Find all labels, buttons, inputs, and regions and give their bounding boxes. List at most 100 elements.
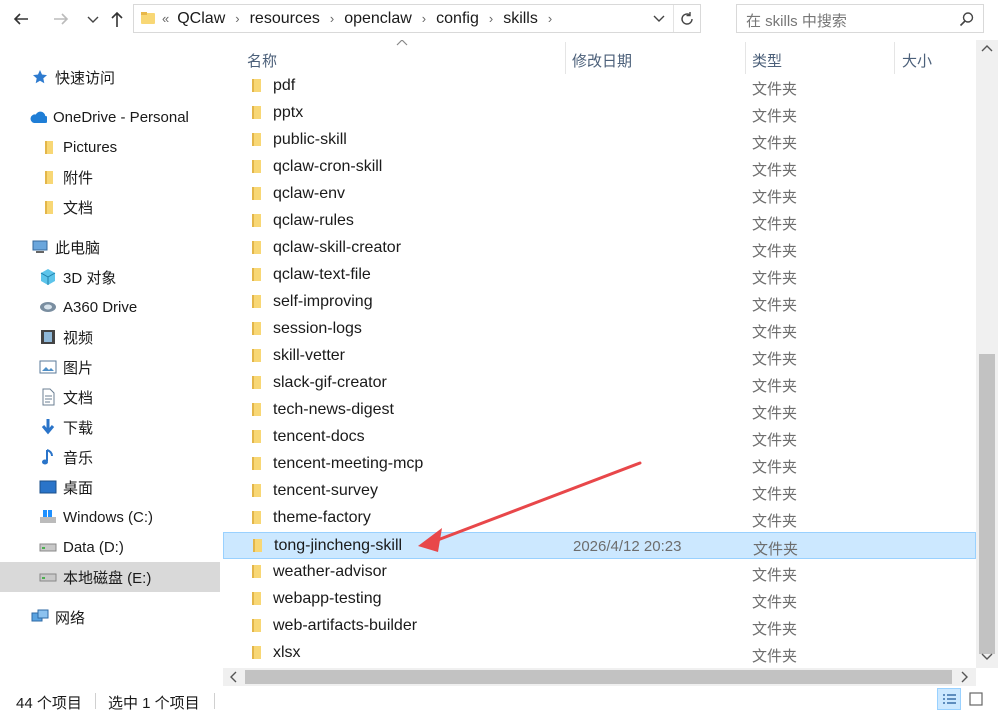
forward-button[interactable]: [50, 7, 72, 31]
file-name[interactable]: public-skill: [273, 131, 347, 149]
file-name[interactable]: tencent-meeting-mcp: [273, 455, 423, 473]
file-name[interactable]: weather-advisor: [273, 563, 387, 581]
file-row[interactable]: tong-jincheng-skill 2026/4/12 20:23 文件夹: [223, 532, 976, 559]
nav-item-desktop[interactable]: 桌面: [0, 472, 220, 502]
breadcrumb-separator[interactable]: ›: [489, 11, 493, 26]
file-row[interactable]: qclaw-env 文件夹: [223, 181, 976, 208]
recent-locations-button[interactable]: [82, 7, 104, 31]
file-row[interactable]: qclaw-rules 文件夹: [223, 208, 976, 235]
nav-item-drive-e[interactable]: 本地磁盘 (E:): [0, 562, 220, 592]
up-button[interactable]: [106, 7, 128, 31]
scroll-left-icon[interactable]: [229, 671, 237, 683]
file-name[interactable]: qclaw-env: [273, 185, 345, 203]
nav-item-downloads[interactable]: 下载: [0, 412, 220, 442]
file-name[interactable]: webapp-testing: [273, 590, 382, 608]
breadcrumb-separator[interactable]: ›: [235, 11, 239, 26]
details-view-button[interactable]: [937, 688, 961, 710]
file-name[interactable]: theme-factory: [273, 509, 371, 527]
file-row[interactable]: qclaw-cron-skill 文件夹: [223, 154, 976, 181]
file-row[interactable]: pptx 文件夹: [223, 100, 976, 127]
nav-item-a360-drive[interactable]: A360 Drive: [0, 292, 220, 322]
column-divider[interactable]: [894, 42, 895, 74]
nav-item-onedrive-documents[interactable]: 文档: [0, 192, 220, 222]
file-name[interactable]: session-logs: [273, 320, 362, 338]
file-name[interactable]: pdf: [273, 77, 295, 95]
file-name[interactable]: skill-vetter: [273, 347, 345, 365]
file-row[interactable]: tencent-meeting-mcp 文件夹: [223, 451, 976, 478]
column-header-name[interactable]: 名称: [247, 50, 277, 71]
folder-icon: [252, 133, 261, 146]
file-name[interactable]: web-artifacts-builder: [273, 617, 417, 635]
large-icons-view-button[interactable]: [964, 688, 988, 710]
column-divider[interactable]: [745, 42, 746, 74]
file-name[interactable]: tencent-docs: [273, 428, 365, 446]
file-row[interactable]: skill-vetter 文件夹: [223, 343, 976, 370]
file-row[interactable]: tech-news-digest 文件夹: [223, 397, 976, 424]
nav-item-music[interactable]: 音乐: [0, 442, 220, 472]
horizontal-scrollbar[interactable]: [223, 668, 976, 686]
breadcrumb-item-openclaw[interactable]: openclaw: [344, 10, 412, 28]
nav-item-documents[interactable]: 文档: [0, 382, 220, 412]
column-header-type[interactable]: 类型: [752, 50, 782, 71]
file-row[interactable]: xlsx 文件夹: [223, 640, 976, 667]
breadcrumb-item-skills[interactable]: skills: [503, 10, 538, 28]
nav-item-videos[interactable]: 视频: [0, 322, 220, 352]
scroll-right-icon[interactable]: [961, 671, 969, 683]
breadcrumb-separator[interactable]: ›: [330, 11, 334, 26]
breadcrumb-item-qclaw[interactable]: QClaw: [177, 10, 225, 28]
search-placeholder[interactable]: 在 skills 中搜索: [746, 10, 847, 31]
breadcrumb-item-resources[interactable]: resources: [250, 10, 320, 28]
file-row[interactable]: slack-gif-creator 文件夹: [223, 370, 976, 397]
file-row[interactable]: weather-advisor 文件夹: [223, 559, 976, 586]
file-name[interactable]: xlsx: [273, 644, 301, 662]
vertical-scrollbar[interactable]: [976, 40, 998, 668]
file-name[interactable]: qclaw-cron-skill: [273, 158, 382, 176]
file-row[interactable]: qclaw-text-file 文件夹: [223, 262, 976, 289]
file-name[interactable]: slack-gif-creator: [273, 374, 387, 392]
column-header-modified[interactable]: 修改日期: [572, 50, 632, 71]
file-row[interactable]: web-artifacts-builder 文件夹: [223, 613, 976, 640]
nav-item-network[interactable]: 网络: [0, 602, 220, 632]
file-name[interactable]: qclaw-skill-creator: [273, 239, 401, 257]
file-name[interactable]: qclaw-rules: [273, 212, 354, 230]
back-button[interactable]: [10, 7, 32, 31]
file-row[interactable]: tencent-docs 文件夹: [223, 424, 976, 451]
breadcrumb-item-config[interactable]: config: [436, 10, 479, 28]
address-dropdown-icon[interactable]: [652, 11, 666, 25]
file-row[interactable]: tencent-survey 文件夹: [223, 478, 976, 505]
column-divider[interactable]: [565, 42, 566, 74]
nav-item-onedrive[interactable]: OneDrive - Personal: [0, 102, 220, 132]
file-name[interactable]: tencent-survey: [273, 482, 378, 500]
breadcrumb-separator[interactable]: ›: [548, 11, 552, 26]
scroll-up-icon[interactable]: [981, 44, 993, 52]
nav-item-attachments[interactable]: 附件: [0, 162, 220, 192]
nav-item-3d-objects[interactable]: 3D 对象: [0, 262, 220, 292]
nav-item-pictures[interactable]: Pictures: [0, 132, 220, 162]
scroll-down-icon[interactable]: [981, 653, 993, 661]
file-row[interactable]: qclaw-skill-creator 文件夹: [223, 235, 976, 262]
nav-item-this-pc[interactable]: 此电脑: [0, 232, 220, 262]
file-row[interactable]: self-improving 文件夹: [223, 289, 976, 316]
file-row[interactable]: theme-factory 文件夹: [223, 505, 976, 532]
refresh-button[interactable]: [673, 5, 700, 32]
file-name[interactable]: qclaw-text-file: [273, 266, 371, 284]
nav-item-pictures-library[interactable]: 图片: [0, 352, 220, 382]
nav-item-drive-c[interactable]: Windows (C:): [0, 502, 220, 532]
file-name[interactable]: tech-news-digest: [273, 401, 394, 419]
nav-item-drive-d[interactable]: Data (D:): [0, 532, 220, 562]
column-header-size[interactable]: 大小: [902, 50, 932, 71]
vertical-scroll-thumb[interactable]: [979, 354, 995, 654]
nav-item-quick-access[interactable]: 快速访问: [0, 62, 220, 92]
file-name[interactable]: tong-jincheng-skill: [274, 537, 402, 555]
file-row[interactable]: webapp-testing 文件夹: [223, 586, 976, 613]
file-row[interactable]: pdf 文件夹: [223, 73, 976, 100]
file-name[interactable]: pptx: [273, 104, 303, 122]
address-bar[interactable]: « QClaw › resources › openclaw › config …: [133, 4, 701, 33]
file-row[interactable]: session-logs 文件夹: [223, 316, 976, 343]
breadcrumb-overflow[interactable]: «: [162, 11, 169, 26]
horizontal-scroll-thumb[interactable]: [245, 670, 952, 684]
search-box[interactable]: 在 skills 中搜索: [736, 4, 984, 33]
file-name[interactable]: self-improving: [273, 293, 373, 311]
file-row[interactable]: public-skill 文件夹: [223, 127, 976, 154]
breadcrumb-separator[interactable]: ›: [422, 11, 426, 26]
